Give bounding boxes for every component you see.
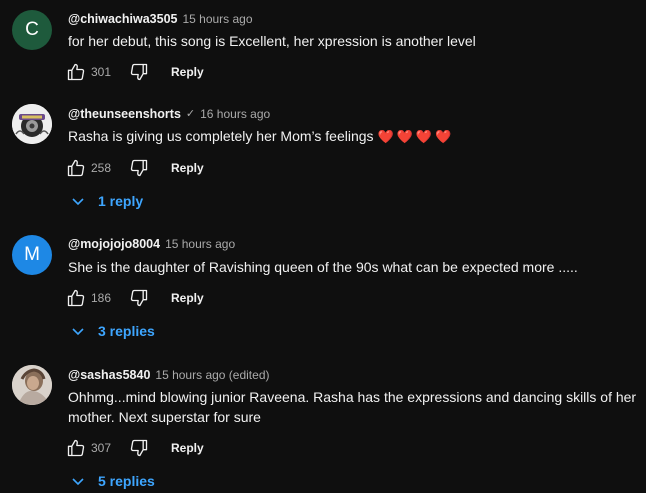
- chevron-down-icon: [70, 473, 86, 489]
- avatar-letter: M: [24, 244, 40, 265]
- dislike-button[interactable]: [127, 60, 151, 84]
- comment-actions: 186 Reply: [64, 286, 204, 310]
- comment-actions: 301 Reply: [64, 60, 204, 84]
- avatar-image: [12, 104, 52, 144]
- thumbs-up-icon: [67, 289, 85, 307]
- comment-text: for her debut, this song is Excellent, h…: [68, 33, 476, 49]
- dislike-button[interactable]: [127, 156, 151, 180]
- chevron-down-icon: [70, 323, 86, 339]
- comment-text-body: Rasha is giving us completely her Mom’s …: [68, 128, 374, 144]
- view-replies-button[interactable]: 5 replies: [70, 470, 155, 492]
- comment-actions: 258 Reply: [64, 156, 204, 180]
- reply-button[interactable]: Reply: [171, 291, 204, 305]
- like-button[interactable]: [64, 60, 88, 84]
- comment-actions: 307 Reply: [64, 436, 204, 460]
- dislike-button[interactable]: [127, 436, 151, 460]
- author-name[interactable]: @theunseenshorts: [68, 106, 181, 122]
- replies-count-label: 3 replies: [98, 323, 155, 339]
- chevron-down-icon: [70, 193, 86, 209]
- like-button[interactable]: [64, 286, 88, 310]
- like-button[interactable]: [64, 436, 88, 460]
- thumbs-down-icon: [130, 159, 148, 177]
- thumbs-down-icon: [130, 63, 148, 81]
- like-count: 307: [91, 441, 112, 455]
- comment-header: @mojojojo8004 15 hours ago: [68, 236, 235, 252]
- replies-count-label: 1 reply: [98, 193, 144, 209]
- avatar[interactable]: [12, 365, 52, 405]
- dislike-button[interactable]: [127, 286, 151, 310]
- comment-text: She is the daughter of Ravishing queen o…: [68, 259, 578, 275]
- like-count: 258: [91, 161, 112, 175]
- thumbs-up-icon: [67, 159, 85, 177]
- replies-count-label: 5 replies: [98, 473, 155, 489]
- view-replies-button[interactable]: 1 reply: [70, 190, 143, 212]
- author-name[interactable]: @sashas5840: [68, 367, 150, 383]
- reply-button[interactable]: Reply: [171, 441, 204, 455]
- like-count: 301: [91, 65, 112, 79]
- thumbs-up-icon: [67, 63, 85, 81]
- timestamp[interactable]: 15 hours ago: [182, 11, 252, 27]
- like-count: 186: [91, 291, 112, 305]
- like-button[interactable]: [64, 156, 88, 180]
- check-icon: ✓: [185, 108, 196, 120]
- comment-header: @sashas5840 15 hours ago (edited): [68, 367, 269, 383]
- comments-section: C @chiwachiwa3505 15 hours ago for her d…: [0, 0, 646, 493]
- timestamp[interactable]: 15 hours ago: [165, 236, 235, 252]
- timestamp[interactable]: 15 hours ago (edited): [155, 367, 269, 383]
- author-name[interactable]: @mojojojo8004: [68, 236, 160, 252]
- avatar-image: [12, 365, 52, 405]
- comment-text: Ohhmg...mind blowing junior Raveena. Ras…: [68, 389, 637, 425]
- comment-header: @chiwachiwa3505 15 hours ago: [68, 11, 253, 27]
- timestamp[interactable]: 16 hours ago: [200, 106, 270, 122]
- author-name[interactable]: @chiwachiwa3505: [68, 11, 177, 27]
- comment-header: @theunseenshorts ✓ 16 hours ago: [68, 106, 270, 122]
- thumbs-down-icon: [130, 289, 148, 307]
- view-replies-button[interactable]: 3 replies: [70, 320, 155, 342]
- thumbs-up-icon: [67, 439, 85, 457]
- avatar[interactable]: [12, 104, 52, 144]
- heart-emojis: ❤️❤️❤️❤️: [377, 129, 455, 144]
- avatar[interactable]: C: [12, 10, 52, 50]
- thumbs-down-icon: [130, 439, 148, 457]
- reply-button[interactable]: Reply: [171, 161, 204, 175]
- comment-text: Rasha is giving us completely her Mom’s …: [68, 126, 638, 147]
- avatar-letter: C: [25, 19, 39, 40]
- reply-button[interactable]: Reply: [171, 65, 204, 79]
- avatar[interactable]: M: [12, 235, 52, 275]
